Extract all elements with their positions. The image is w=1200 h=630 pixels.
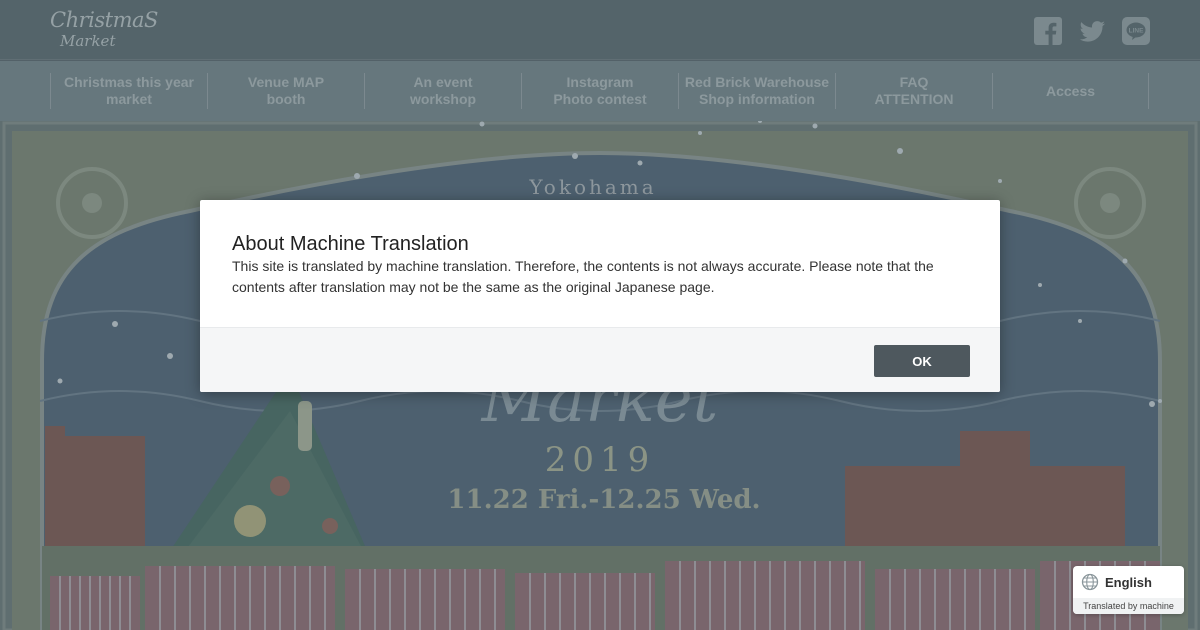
ok-button[interactable]: OK [874, 345, 970, 377]
language-selector-toggle[interactable]: English [1081, 573, 1152, 591]
language-selector[interactable]: English Translated by machine [1073, 566, 1184, 614]
dialog-title: About Machine Translation [232, 233, 469, 255]
translated-by-machine-note: Translated by machine [1073, 598, 1184, 614]
dialog-body: About Machine Translation This site is t… [200, 200, 1000, 327]
dialog-message: This site is translated by machine trans… [232, 258, 934, 295]
dialog-footer: OK [200, 327, 1000, 392]
machine-translation-dialog: About Machine Translation This site is t… [200, 200, 1000, 392]
globe-icon [1081, 573, 1099, 591]
language-current: English [1105, 574, 1152, 590]
